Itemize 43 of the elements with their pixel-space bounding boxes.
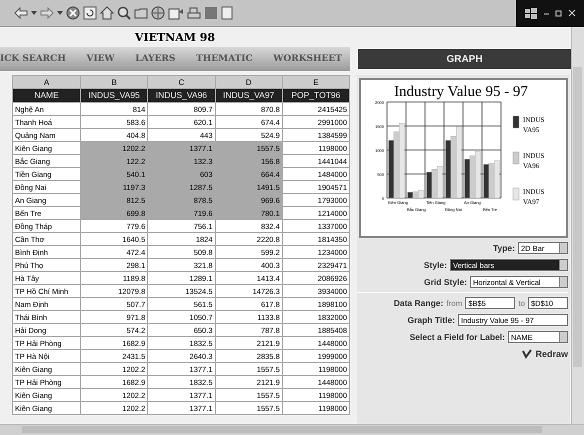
tab[interactable]: VIEW bbox=[86, 54, 115, 64]
column-letter[interactable]: C bbox=[148, 76, 215, 88]
stop-icon[interactable] bbox=[66, 6, 80, 20]
field-label: Style: bbox=[424, 260, 447, 270]
graph-tab[interactable]: GRAPH bbox=[358, 49, 571, 69]
column-letter[interactable]: D bbox=[215, 76, 282, 88]
app-title: VIETNAM 98 bbox=[134, 30, 216, 46]
field-label: Data Range: bbox=[394, 298, 444, 308]
tab[interactable]: ICK SEARCH bbox=[0, 54, 66, 64]
search-icon[interactable] bbox=[117, 6, 131, 20]
horizontal-scrollbar[interactable] bbox=[0, 424, 584, 435]
from-label: from bbox=[446, 298, 462, 308]
vertical-scrollbar[interactable] bbox=[571, 27, 584, 424]
field-label: Select a Field for Label: bbox=[410, 332, 505, 342]
home-icon[interactable] bbox=[100, 6, 114, 20]
column-letter[interactable]: E bbox=[282, 76, 350, 88]
column-letter[interactable]: A bbox=[12, 76, 80, 88]
restore-icon[interactable] bbox=[555, 9, 563, 17]
field-label: Type: bbox=[492, 243, 515, 253]
tab[interactable]: WORKSHEET bbox=[273, 54, 342, 64]
column-header[interactable]: NAME bbox=[12, 88, 80, 102]
close-icon[interactable] bbox=[568, 9, 576, 17]
tab[interactable]: LAYERS bbox=[135, 54, 176, 64]
windows-logo-icon bbox=[524, 6, 538, 20]
field-label: Graph Title: bbox=[407, 315, 455, 325]
back-icon[interactable] bbox=[14, 6, 28, 20]
globe-icon[interactable] bbox=[151, 6, 165, 20]
fwd-icon[interactable] bbox=[40, 6, 54, 20]
tab[interactable]: THEMATIC bbox=[196, 54, 253, 64]
checkmark-icon bbox=[522, 349, 532, 359]
folder-icon[interactable] bbox=[134, 6, 148, 20]
column-header[interactable]: INDUS_VA96 bbox=[148, 88, 215, 102]
column-header[interactable]: INDUS_VA95 bbox=[80, 88, 148, 102]
column-header[interactable]: INDUS_VA97 bbox=[215, 88, 282, 102]
column-header[interactable]: POP_TOT96 bbox=[282, 88, 350, 102]
column-letter[interactable]: B bbox=[80, 76, 148, 88]
page-icon[interactable] bbox=[221, 6, 233, 20]
redraw-button[interactable]: Redraw bbox=[522, 349, 568, 359]
to-label: to bbox=[518, 298, 525, 308]
refresh-icon[interactable] bbox=[83, 6, 97, 20]
print-icon[interactable] bbox=[187, 6, 201, 20]
field-label: Grid Style: bbox=[424, 277, 467, 287]
chart-title: Industry Value 95 - 97 bbox=[394, 84, 528, 100]
